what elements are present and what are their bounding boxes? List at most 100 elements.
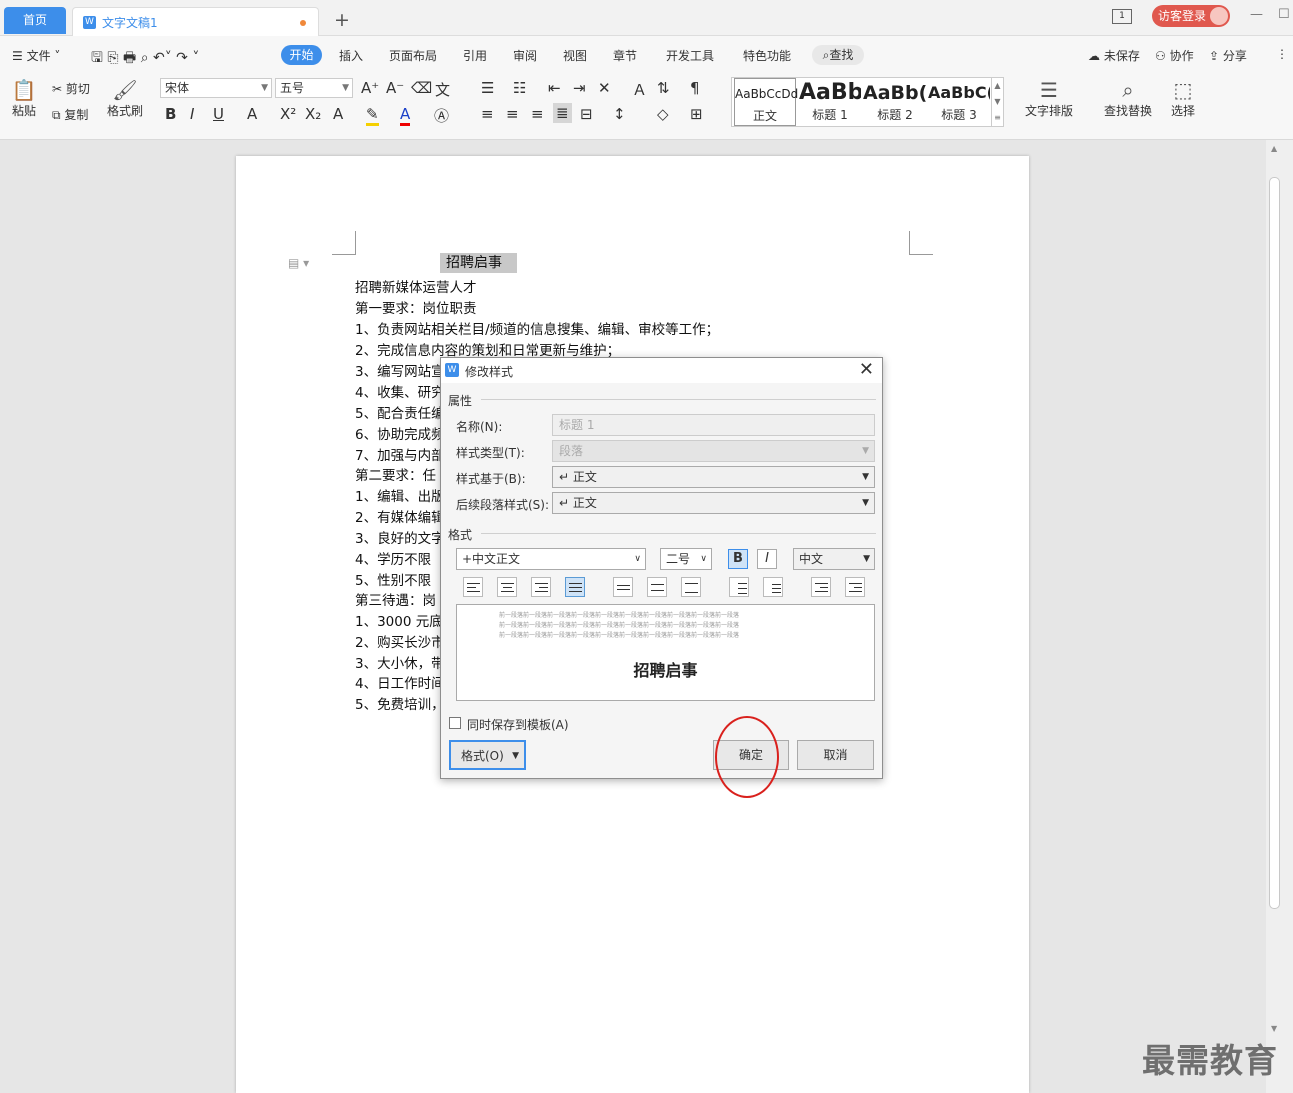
doc-line[interactable]: 第三待遇：岗 <box>355 589 436 609</box>
dialog-header[interactable]: W 修改样式 ✕ <box>441 358 882 383</box>
save-to-template-label[interactable]: 同时保存到模板(A) <box>467 716 569 733</box>
char-border-icon[interactable]: Ⓐ <box>434 105 449 126</box>
scroll-up-icon[interactable]: ▲ <box>1271 144 1277 153</box>
clear-format-icon[interactable]: ⌫ <box>411 79 432 97</box>
name-field[interactable]: 标题 1 <box>552 414 875 436</box>
new-tab-button[interactable]: + <box>334 9 350 31</box>
font-grow-icon[interactable]: A⁺ <box>361 79 379 97</box>
single-spacing-button[interactable] <box>613 577 633 597</box>
style-heading2[interactable]: AaBb(标题 2 <box>863 78 927 126</box>
menu-chapter[interactable]: 章节 <box>613 47 637 64</box>
quick-tools[interactable]: 🖫 ⎘ 🖶 ⌕ ↶˅ ↷ ˅ <box>91 47 199 71</box>
menu-layout[interactable]: 页面布局 <box>389 47 437 64</box>
doc-line[interactable]: 第一要求：岗位职责 <box>355 297 477 317</box>
menu-search[interactable]: ⌕查找 <box>812 45 864 65</box>
document-title[interactable]: 招聘启事 <box>440 253 517 273</box>
doc-line[interactable]: 6、协助完成频 <box>355 423 445 443</box>
increase-spacing-button[interactable] <box>729 577 749 597</box>
style-type-select[interactable]: 段落 ▼ <box>552 440 875 462</box>
decrease-indent-button[interactable] <box>811 577 831 597</box>
find-replace-button[interactable]: ⌕ 查找替换 <box>1097 78 1159 119</box>
collab-button[interactable]: ⚇ 协作 <box>1155 47 1194 64</box>
subscript-icon[interactable]: X₂ <box>305 105 321 123</box>
shading-icon[interactable]: ◇ <box>657 105 669 123</box>
minimize-icon[interactable]: — <box>1250 7 1263 22</box>
pinyin-icon[interactable]: 文 <box>435 79 450 100</box>
onehalf-spacing-button[interactable] <box>647 577 667 597</box>
cut-button[interactable]: ✂ 剪切 <box>52 80 90 97</box>
chinese-layout-icon[interactable]: ✕ <box>598 79 611 97</box>
increase-indent-button[interactable] <box>845 577 865 597</box>
sort-icon[interactable]: ⇅ <box>657 79 670 97</box>
align-left-button[interactable] <box>463 577 483 597</box>
menu-features[interactable]: 特色功能 <box>743 47 791 64</box>
menu-start[interactable]: 开始 <box>281 45 322 65</box>
doc-line[interactable]: 3、良好的文字 <box>355 527 445 547</box>
text-direction-icon[interactable]: Ａ <box>632 79 647 100</box>
doc-line[interactable]: 4、学历不限 <box>355 548 431 568</box>
doc-line[interactable]: 4、收集、研究 <box>355 381 445 401</box>
menu-review[interactable]: 审阅 <box>513 47 537 64</box>
distribute-icon[interactable]: ⊟ <box>580 105 593 123</box>
language-select[interactable]: 中文 ▼ <box>793 548 875 570</box>
doc-line[interactable]: 7、加强与内部 <box>355 444 445 464</box>
style-heading3[interactable]: AaBbC(标题 3 <box>928 78 990 126</box>
font-name-select[interactable]: 宋体 ▼ <box>160 78 272 98</box>
format-painter-button[interactable]: 🖌 格式刷 <box>106 78 144 119</box>
doc-line[interactable]: 1、负责网站相关栏目/频道的信息搜集、编辑、审校等工作； <box>355 318 719 338</box>
align-justify-button[interactable] <box>565 577 585 597</box>
maximize-icon[interactable]: ☐ <box>1278 7 1290 22</box>
superscript-icon[interactable]: X² <box>280 105 296 123</box>
highlight-icon[interactable]: ✎ <box>366 105 379 126</box>
menu-file[interactable]: ☰ 文件 ˅ <box>12 47 60 64</box>
align-right-icon[interactable]: ≡ <box>531 105 544 123</box>
double-spacing-button[interactable] <box>681 577 701 597</box>
align-justify-icon[interactable]: ≣ <box>553 103 572 123</box>
page-indicator[interactable]: 1 <box>1112 9 1132 24</box>
doc-line[interactable]: 2、完成信息内容的策划和日常更新与维护； <box>355 339 620 359</box>
menu-insert[interactable]: 插入 <box>339 47 363 64</box>
size-select[interactable]: 二号 ∨ <box>660 548 712 570</box>
doc-line[interactable]: 3、大小休，带 <box>355 652 445 672</box>
login-button[interactable]: 访客登录 <box>1152 5 1230 27</box>
doc-line[interactable]: 5、免费培训， <box>355 693 445 713</box>
bullet-list-icon[interactable]: ☰ <box>481 79 494 97</box>
align-right-button[interactable] <box>531 577 551 597</box>
unsaved-status[interactable]: ☁ 未保存 <box>1088 47 1140 64</box>
bold-icon[interactable]: B <box>165 105 176 123</box>
text-layout-button[interactable]: ☰ 文字排版 <box>1019 78 1079 119</box>
format-menu-button[interactable]: 格式(O) ▼ <box>449 740 526 770</box>
doc-line[interactable]: 4、日工作时间 <box>355 672 445 692</box>
doc-line[interactable]: 5、配合责任编 <box>355 402 445 422</box>
doc-line[interactable]: 2、有媒体编辑 <box>355 506 445 526</box>
doc-line[interactable]: 招聘新媒体运营人才 <box>355 276 477 296</box>
number-list-icon[interactable]: ☷ <box>513 79 526 97</box>
style-normal[interactable]: AaBbCcDd 正文 <box>734 78 798 126</box>
share-button[interactable]: ⇪ 分享 <box>1209 47 1247 64</box>
font-shrink-icon[interactable]: A⁻ <box>386 79 404 97</box>
menu-developer[interactable]: 开发工具 <box>666 47 714 64</box>
scroll-down-icon[interactable]: ▼ <box>1271 1024 1277 1033</box>
text-effect-icon[interactable]: A <box>333 105 343 123</box>
decrease-spacing-button[interactable] <box>763 577 783 597</box>
vertical-scrollbar[interactable]: ▲ ▼ <box>1266 140 1293 1093</box>
style-heading1[interactable]: AaBb 标题 1 <box>799 78 861 126</box>
outdent-icon[interactable]: ⇤ <box>548 79 561 97</box>
doc-line[interactable]: 5、性别不限 <box>355 569 431 589</box>
cancel-button[interactable]: 取消 <box>797 740 874 770</box>
align-left-icon[interactable]: ≡ <box>481 105 494 123</box>
copy-button[interactable]: ⧉ 复制 <box>52 106 88 123</box>
next-style-select[interactable]: ↵ 正文 ▼ <box>552 492 875 514</box>
doc-line[interactable]: 1、编辑、出版 <box>355 485 445 505</box>
save-to-template-checkbox[interactable] <box>449 717 461 729</box>
show-marks-icon[interactable]: ¶ <box>690 79 700 97</box>
font-size-select[interactable]: 五号 ▼ <box>275 78 353 98</box>
italic-toggle[interactable]: I <box>757 549 777 569</box>
select-button[interactable]: ⬚ 选择 <box>1164 78 1202 119</box>
doc-line[interactable]: 2、购买长沙市 <box>355 631 445 651</box>
paragraph-handle-icon[interactable]: ▤ ▾ <box>288 256 309 270</box>
strikethrough-icon[interactable]: A <box>247 105 257 123</box>
underline-icon[interactable]: U <box>213 105 224 123</box>
italic-icon[interactable]: I <box>190 105 194 123</box>
align-center-button[interactable] <box>497 577 517 597</box>
